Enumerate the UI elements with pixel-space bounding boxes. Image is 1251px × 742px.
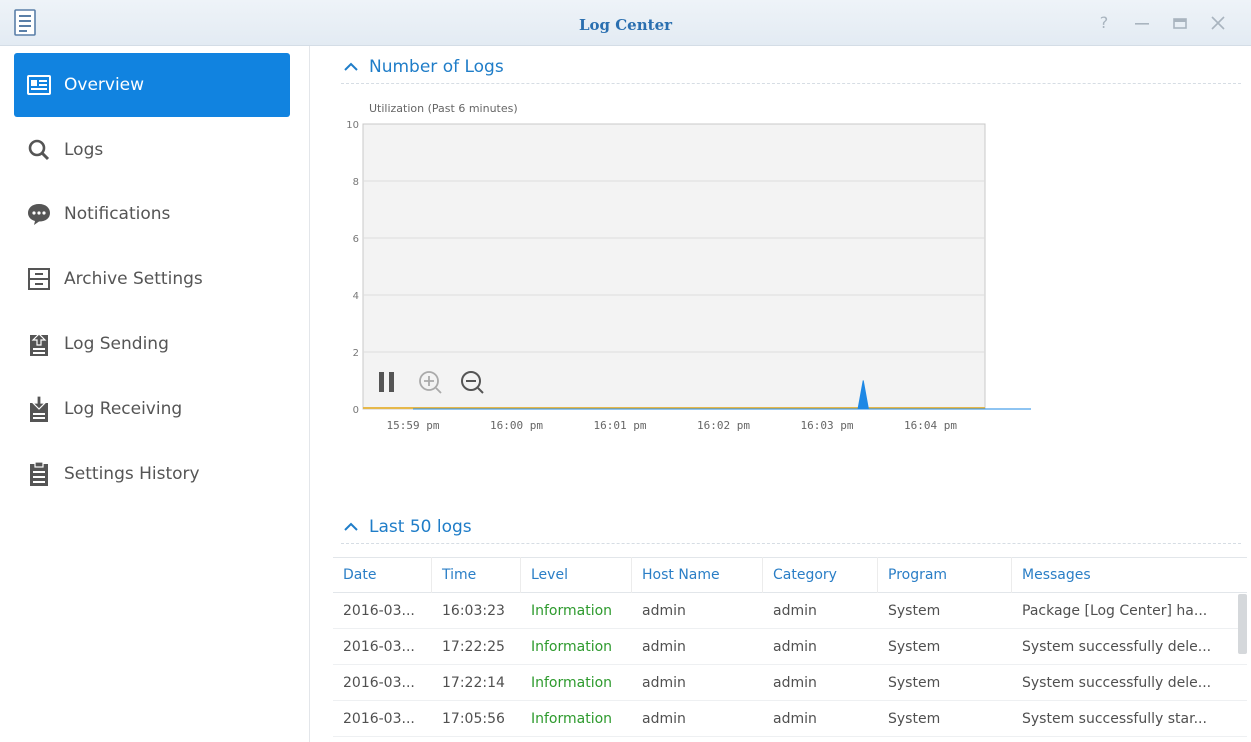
chart-caption: Utilization (Past 6 minutes)	[369, 102, 518, 115]
table-row[interactable]: 2016-03... 17:05:56 Information admin ad…	[333, 701, 1247, 737]
cell-host-name: admin	[642, 638, 686, 655]
sidebar-item-archive-settings[interactable]: Archive Settings	[14, 247, 290, 311]
y-tick-label: 2	[353, 348, 359, 359]
cell-message: System successfully dele...	[1022, 638, 1212, 655]
sidebar: Overview Logs Notifications Archive Sett…	[0, 46, 310, 742]
cell-host-name: admin	[642, 710, 686, 727]
chat-bubble-icon	[26, 201, 52, 227]
sidebar-item-label: Log Receiving	[64, 399, 183, 419]
maximize-icon[interactable]	[1171, 14, 1189, 32]
cell-date: 2016-03...	[343, 710, 415, 727]
sidebar-item-overview[interactable]: Overview	[14, 53, 290, 117]
cell-program: System	[888, 638, 941, 655]
cell-program: System	[888, 710, 941, 727]
close-icon[interactable]	[1209, 14, 1227, 32]
upload-clipboard-icon	[26, 331, 52, 357]
sidebar-item-log-receiving[interactable]: Log Receiving	[14, 377, 290, 441]
column-header-level[interactable]: Level	[521, 557, 632, 593]
section-header-last-50-logs[interactable]: Last 50 logs	[341, 510, 1241, 544]
cell-host-name: admin	[642, 674, 686, 691]
cell-message: System successfully star...	[1022, 710, 1207, 727]
cell-time: 17:22:14	[442, 674, 505, 691]
sidebar-item-settings-history[interactable]: Settings History	[14, 442, 290, 506]
column-header-program[interactable]: Program	[878, 557, 1012, 593]
x-tick-label: 16:00 pm	[490, 419, 543, 432]
table-row[interactable]: 2016-03... 17:22:25 Information admin ad…	[333, 629, 1247, 665]
cell-program: System	[888, 602, 941, 619]
download-clipboard-icon	[26, 395, 52, 422]
minimize-icon[interactable]	[1133, 14, 1151, 32]
cell-category: admin	[773, 710, 817, 727]
history-clipboard-icon	[26, 461, 52, 487]
table-header: Date Time Level Host Name Category Progr…	[333, 557, 1247, 593]
cell-host-name: admin	[642, 602, 686, 619]
column-header-messages[interactable]: Messages	[1012, 557, 1238, 593]
help-icon[interactable]: ?	[1095, 14, 1113, 32]
table-row[interactable]: 2016-03... 17:22:14 Information admin ad…	[333, 665, 1247, 701]
cell-time: 17:22:25	[442, 638, 505, 655]
x-tick-label: 16:04 pm	[904, 419, 957, 432]
cell-level: Information	[531, 602, 613, 619]
cell-time: 16:03:23	[442, 602, 505, 619]
cell-message: Package [Log Center] ha...	[1022, 602, 1208, 619]
sidebar-item-label: Overview	[64, 75, 145, 95]
sidebar-item-label: Log Sending	[64, 334, 169, 354]
title-bar: Log Center ?	[0, 0, 1251, 46]
column-header-date[interactable]: Date	[333, 557, 432, 593]
cell-time: 17:05:56	[442, 710, 505, 727]
cell-date: 2016-03...	[343, 602, 415, 619]
cell-level: Information	[531, 674, 613, 691]
sidebar-item-label: Settings History	[64, 464, 200, 484]
y-tick-label: 8	[353, 177, 359, 188]
section-header-number-of-logs[interactable]: Number of Logs	[341, 50, 1241, 84]
section-title: Last 50 logs	[369, 516, 472, 537]
x-tick-label: 16:03 pm	[801, 419, 854, 432]
sidebar-item-label: Archive Settings	[64, 269, 203, 289]
cell-level: Information	[531, 638, 613, 655]
logs-chart: 0 2 4 6 8 10 15:59 pm 16:00 pm 16:01 pm 16:02 pm…	[346, 120, 1031, 432]
overview-card-icon	[26, 72, 52, 98]
cell-date: 2016-03...	[343, 638, 415, 655]
main-panel: Number of Logs Utilization (Past 6 minut…	[311, 46, 1251, 742]
archive-cabinet-icon	[26, 266, 52, 292]
cell-category: admin	[773, 602, 817, 619]
sidebar-item-label: Logs	[64, 140, 104, 160]
cell-category: admin	[773, 638, 817, 655]
y-tick-label: 4	[353, 291, 359, 302]
cell-category: admin	[773, 674, 817, 691]
sidebar-item-label: Notifications	[64, 204, 171, 224]
x-tick-label: 16:02 pm	[697, 419, 750, 432]
column-header-host-name[interactable]: Host Name	[632, 557, 763, 593]
x-tick-label: 15:59 pm	[387, 419, 440, 432]
window-title: Log Center	[578, 16, 673, 34]
search-icon	[26, 137, 52, 163]
y-tick-label: 6	[353, 234, 359, 245]
y-tick-label: 10	[346, 120, 359, 131]
chevron-up-icon[interactable]	[341, 517, 361, 537]
column-header-time[interactable]: Time	[432, 557, 521, 593]
section-title: Number of Logs	[369, 56, 504, 77]
x-tick-label: 16:01 pm	[594, 419, 647, 432]
cell-message: System successfully dele...	[1022, 674, 1212, 691]
y-tick-label: 0	[353, 405, 359, 416]
cell-program: System	[888, 674, 941, 691]
cell-date: 2016-03...	[343, 674, 415, 691]
cell-level: Information	[531, 710, 613, 727]
table-row[interactable]: 2016-03... 16:03:23 Information admin ad…	[333, 593, 1247, 629]
table-scrollbar[interactable]	[1238, 594, 1247, 654]
plot-area	[362, 123, 986, 410]
column-header-category[interactable]: Category	[763, 557, 878, 593]
chevron-up-icon[interactable]	[341, 57, 361, 77]
sidebar-item-notifications[interactable]: Notifications	[14, 182, 290, 246]
sidebar-item-logs[interactable]: Logs	[14, 118, 290, 182]
logs-table: Date Time Level Host Name Category Progr…	[333, 557, 1247, 737]
sidebar-item-log-sending[interactable]: Log Sending	[14, 312, 290, 376]
